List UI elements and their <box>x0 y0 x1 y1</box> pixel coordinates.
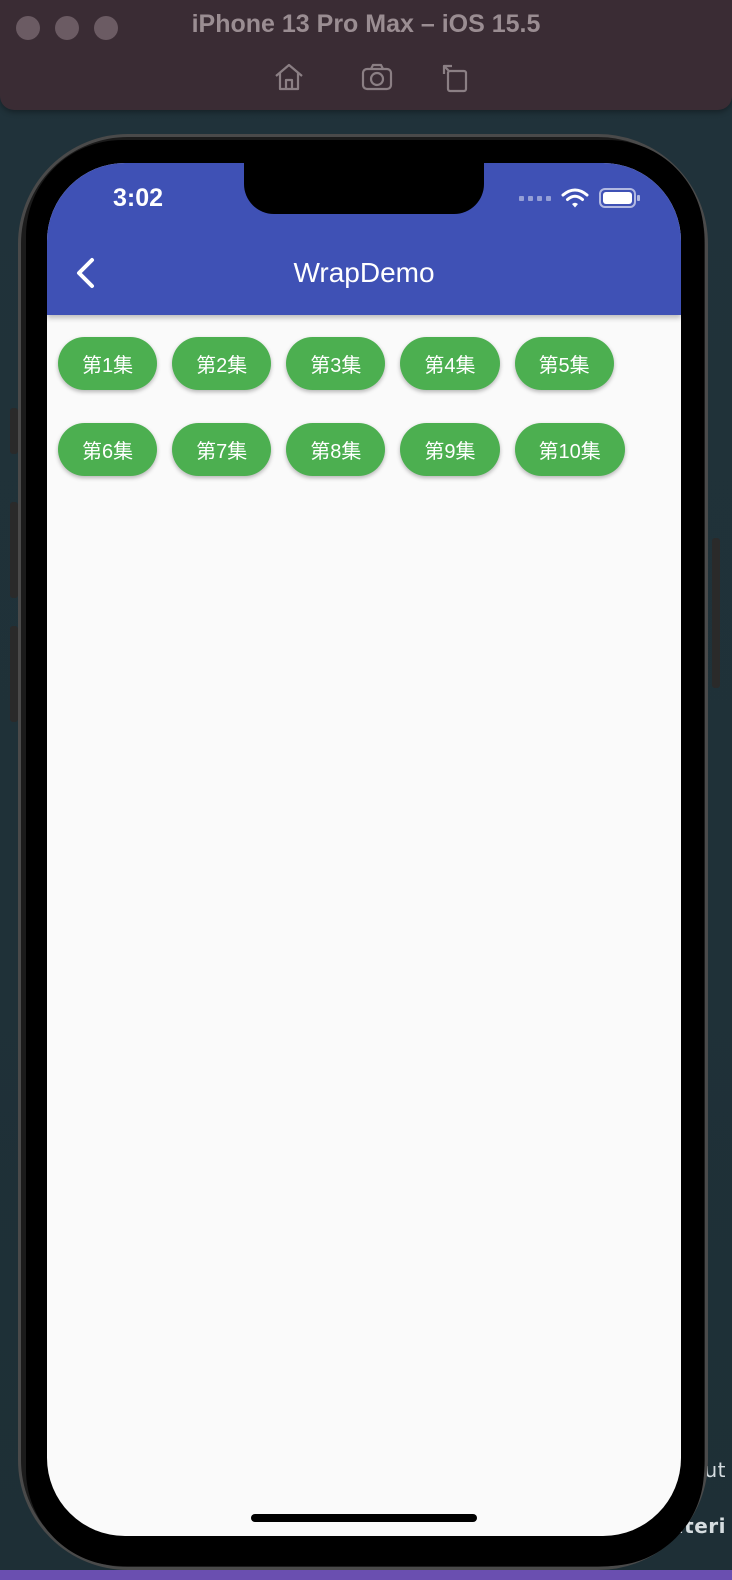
screenshot-icon[interactable] <box>360 60 394 94</box>
page-title: WrapDemo <box>293 257 435 288</box>
cellular-signal-icon <box>519 195 551 201</box>
episode-chip[interactable]: 第8集 <box>286 423 386 476</box>
episode-chip[interactable]: 第1集 <box>58 337 158 390</box>
episode-chip[interactable]: 第6集 <box>58 423 158 476</box>
wifi-icon <box>561 188 589 208</box>
status-icons <box>519 187 641 209</box>
status-time: 3:02 <box>113 184 164 212</box>
power-button <box>712 538 720 688</box>
home-icon[interactable] <box>272 60 306 94</box>
mute-switch <box>10 408 18 454</box>
ide-bottom-strip <box>0 1570 732 1580</box>
episode-chip[interactable]: 第10集 <box>514 423 625 476</box>
episode-chip[interactable]: 第5集 <box>514 337 614 390</box>
phone-screen: 3:02 WrapDemo 第1集 第2集 第3集 第4集 第5集 第6集 第7… <box>47 163 681 1536</box>
episode-chip[interactable]: 第7集 <box>172 423 272 476</box>
notch <box>244 163 484 214</box>
episode-chip[interactable]: 第4集 <box>400 337 500 390</box>
wrap-container: 第1集 第2集 第3集 第4集 第5集 第6集 第7集 第8集 第9集 第10集 <box>58 337 670 476</box>
episode-chip[interactable]: 第9集 <box>400 423 500 476</box>
volume-down-button <box>10 626 18 722</box>
simulator-title: iPhone 13 Pro Max – iOS 15.5 <box>191 10 541 38</box>
volume-up-button <box>10 502 18 598</box>
battery-icon <box>599 188 640 208</box>
home-indicator[interactable] <box>251 1514 477 1522</box>
episode-chip[interactable]: 第2集 <box>172 337 272 390</box>
simulator-titlebar: iPhone 13 Pro Max – iOS 15.5 <box>0 0 732 110</box>
episode-chip[interactable]: 第3集 <box>286 337 386 390</box>
app-bar: 3:02 WrapDemo <box>47 163 681 315</box>
rotate-icon[interactable] <box>438 60 472 94</box>
